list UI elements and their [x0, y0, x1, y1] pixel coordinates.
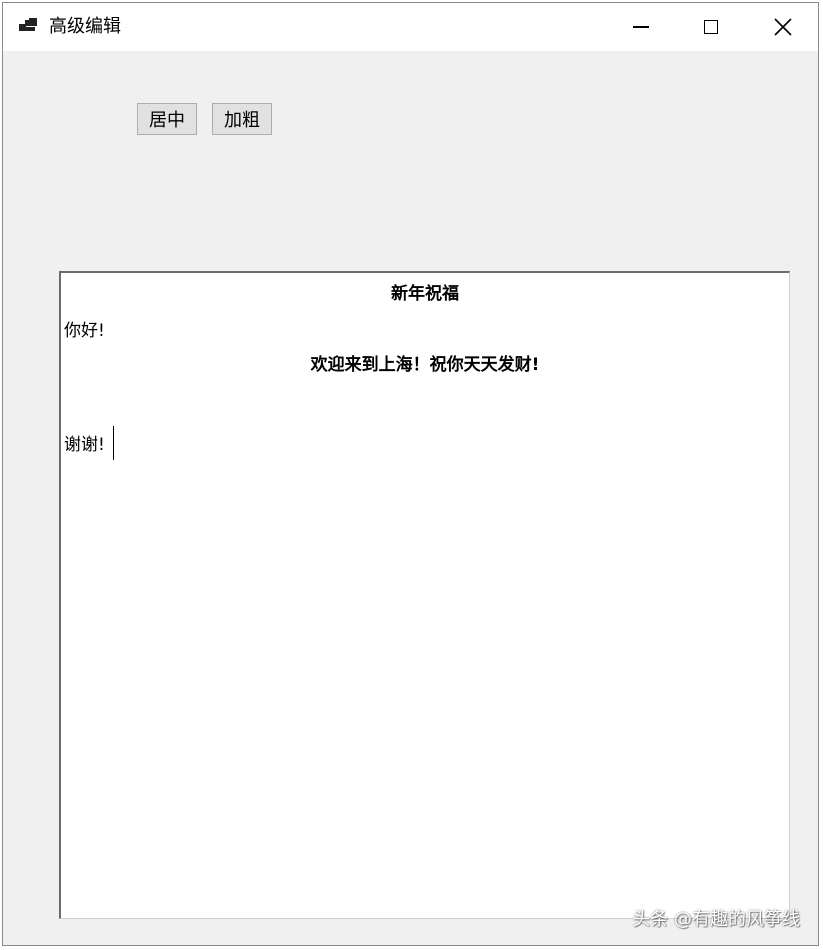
maximize-icon [704, 20, 718, 34]
bold-button[interactable]: 加粗 [212, 103, 272, 135]
watermark: 头条 @有趣的风筝线 [632, 909, 800, 930]
close-icon [774, 18, 792, 36]
maximize-button[interactable] [676, 3, 746, 51]
editor-line-greeting: 你好! [64, 321, 105, 341]
editor-line-thanks: 谢谢! [64, 426, 792, 462]
app-icon [19, 18, 37, 31]
minimize-icon [633, 26, 649, 28]
center-button[interactable]: 居中 [137, 103, 197, 135]
window-title: 高级编辑 [49, 16, 121, 37]
minimize-button[interactable] [606, 3, 676, 51]
app-window: 高级编辑 居中 加粗 新年祝福 你好! 欢迎来到上海！祝你天天发财! 谢谢! 头… [2, 2, 819, 946]
title-bar: 高级编辑 [3, 3, 818, 51]
editor-line-title: 新年祝福 [391, 284, 459, 304]
close-button[interactable] [748, 3, 818, 51]
editor-line-welcome: 欢迎来到上海！祝你天天发财! [310, 355, 540, 375]
rich-text-editor[interactable]: 新年祝福 你好! 欢迎来到上海！祝你天天发财! 谢谢! [59, 271, 790, 919]
text-caret [112, 426, 115, 460]
editor-line-thanks-text: 谢谢! [64, 435, 105, 455]
